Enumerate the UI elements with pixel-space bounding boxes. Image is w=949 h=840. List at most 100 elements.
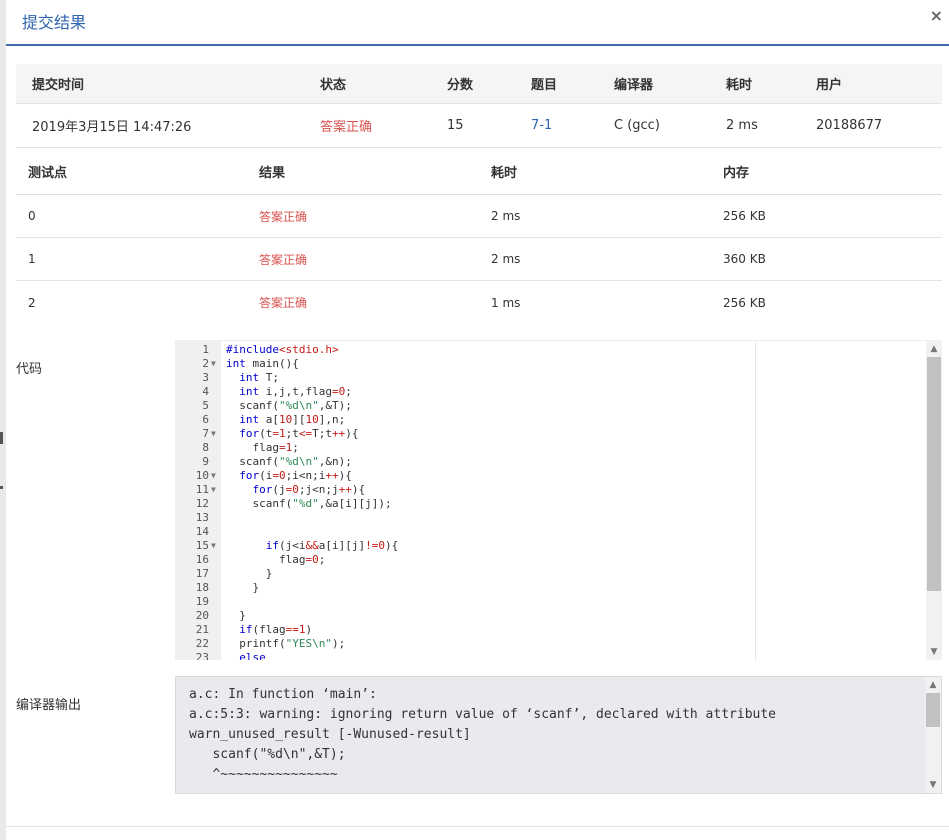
- score-value: 15: [447, 118, 464, 133]
- test-result: 答案正确: [259, 252, 308, 267]
- test-case-table: 测试点 结果 耗时 内存 0 答案正确 2 ms 256 KB 1 答案正确 2…: [16, 149, 942, 324]
- header-user: 用户: [816, 78, 843, 93]
- line-number: 13: [195, 511, 209, 524]
- test-point-id: 1: [28, 252, 36, 266]
- submission-table-header: 提交时间 状态 分数 题目 编译器 耗时 用户: [16, 64, 942, 104]
- line-number: 3: [202, 371, 209, 384]
- line-number: 23: [195, 651, 209, 660]
- line-number: 10: [195, 469, 209, 482]
- code-text: for(i=0;i<n;i++){: [239, 469, 352, 482]
- code-text: flag=1;: [226, 441, 299, 454]
- output-scrollbar[interactable]: ▲ ▼: [925, 677, 941, 793]
- dialog-footer-divider: [6, 826, 949, 827]
- test-memory: 256 KB: [723, 209, 766, 223]
- submission-row: 2019年3月15日 14:47:26 答案正确 15 7-1 C (gcc) …: [16, 104, 942, 148]
- header-time: 耗时: [491, 166, 518, 181]
- dialog-title: 提交结果: [22, 13, 87, 32]
- code-text: else: [239, 651, 266, 660]
- line-number: 5: [202, 399, 209, 412]
- test-time: 1 ms: [491, 295, 521, 310]
- line-number: 7: [202, 427, 209, 440]
- scroll-down-icon[interactable]: ▼: [926, 644, 942, 660]
- header-compiler: 编译器: [614, 78, 654, 93]
- dialog-header: 提交结果 ×: [6, 0, 949, 46]
- line-number: 12: [195, 497, 209, 510]
- line-number: 15: [195, 539, 209, 552]
- code-text: int main(){: [226, 357, 299, 370]
- line-number: 9: [202, 455, 209, 468]
- test-case-header: 测试点 结果 耗时 内存: [16, 149, 942, 195]
- scroll-down-icon[interactable]: ▼: [925, 777, 941, 793]
- code-text: scanf("%d\n",&T);: [226, 399, 352, 412]
- table-row: 0 答案正确 2 ms 256 KB: [16, 195, 942, 238]
- print-margin: [755, 341, 756, 660]
- line-number: 11: [195, 483, 209, 496]
- code-text: #include<stdio.h>: [226, 343, 339, 356]
- line-number: 6: [202, 413, 209, 426]
- compiler-output-text: a.c: In function ‘main’: a.c:5:3: warnin…: [189, 687, 776, 782]
- user-value: 20188677: [816, 118, 883, 133]
- fold-toggle-icon[interactable]: ▼: [211, 539, 216, 553]
- submit-time: 2019年3月15日 14:47:26: [32, 120, 192, 135]
- line-number: 2: [202, 357, 209, 370]
- test-result: 答案正确: [259, 209, 308, 224]
- code-editor[interactable]: 1 #include<stdio.h> 2 ▼ int main(){3 int T; 4…: [175, 340, 942, 660]
- line-number: 4: [202, 385, 209, 398]
- line-number: 22: [195, 637, 209, 650]
- problem-link[interactable]: 7-1: [531, 104, 552, 147]
- line-number: 20: [195, 609, 209, 622]
- line-number: 1: [202, 343, 209, 356]
- header-memory: 内存: [723, 166, 750, 181]
- scroll-up-icon[interactable]: ▲: [925, 677, 941, 693]
- line-number: 16: [195, 553, 209, 566]
- header-problem: 题目: [531, 78, 558, 93]
- code-text: if(j<i&&a[i][j]!=0){: [265, 539, 399, 552]
- code-text: }: [226, 567, 273, 580]
- close-icon[interactable]: ×: [930, 6, 943, 25]
- code-text: int i,j,t,flag=0;: [239, 385, 352, 398]
- code-text: }: [226, 609, 246, 622]
- fold-toggle-icon[interactable]: ▼: [211, 427, 216, 441]
- line-number: 19: [195, 595, 209, 608]
- code-text: scanf("%d\n",&n);: [226, 455, 352, 468]
- fold-toggle-icon[interactable]: ▼: [211, 483, 216, 497]
- table-row: 2 答案正确 1 ms 256 KB: [16, 281, 942, 324]
- test-time: 2 ms: [491, 252, 521, 266]
- test-time: 2 ms: [491, 209, 521, 223]
- compiler-value: C (gcc): [614, 118, 660, 133]
- scroll-thumb[interactable]: [926, 693, 940, 727]
- code-scrollbar[interactable]: ▲ ▼: [926, 341, 942, 660]
- code-text: int T;: [239, 371, 279, 384]
- header-status: 状态: [320, 78, 347, 93]
- test-point-id: 0: [28, 209, 36, 223]
- line-number: 14: [195, 525, 209, 538]
- code-text: flag=0;: [226, 553, 326, 566]
- header-test-point: 测试点: [28, 166, 68, 181]
- elapsed-value: 2 ms: [726, 118, 758, 133]
- code-text: printf("YES\n");: [226, 637, 346, 650]
- header-submit-time: 提交时间: [32, 78, 85, 93]
- scroll-up-icon[interactable]: ▲: [926, 341, 942, 357]
- test-point-id: 2: [28, 295, 36, 310]
- background-glyph: [0, 486, 3, 489]
- test-memory: 256 KB: [723, 295, 766, 310]
- code-text: for(t=1;t<=T;t++){: [239, 427, 359, 440]
- code-text: }: [226, 581, 260, 594]
- header-elapsed: 耗时: [726, 78, 753, 93]
- header-score: 分数: [447, 78, 474, 93]
- line-number: 17: [195, 567, 209, 580]
- fold-toggle-icon[interactable]: ▼: [211, 357, 216, 371]
- line-number: 18: [195, 581, 209, 594]
- fold-toggle-icon[interactable]: ▼: [211, 469, 216, 483]
- compiler-output-box[interactable]: a.c: In function ‘main’: a.c:5:3: warnin…: [175, 676, 942, 794]
- status-badge: 答案正确: [320, 120, 373, 135]
- code-text: if(flag==1): [239, 623, 313, 636]
- line-number: 21: [195, 623, 209, 636]
- code-text: scanf("%d",&a[i][j]);: [226, 497, 392, 510]
- compiler-output-label: 编译器输出: [16, 698, 82, 713]
- table-row: 1 答案正确 2 ms 360 KB: [16, 238, 942, 281]
- code-text: int a[10][10],n;: [239, 413, 346, 426]
- test-result: 答案正确: [259, 296, 308, 310]
- header-result: 结果: [259, 166, 286, 181]
- scroll-thumb[interactable]: [927, 357, 941, 591]
